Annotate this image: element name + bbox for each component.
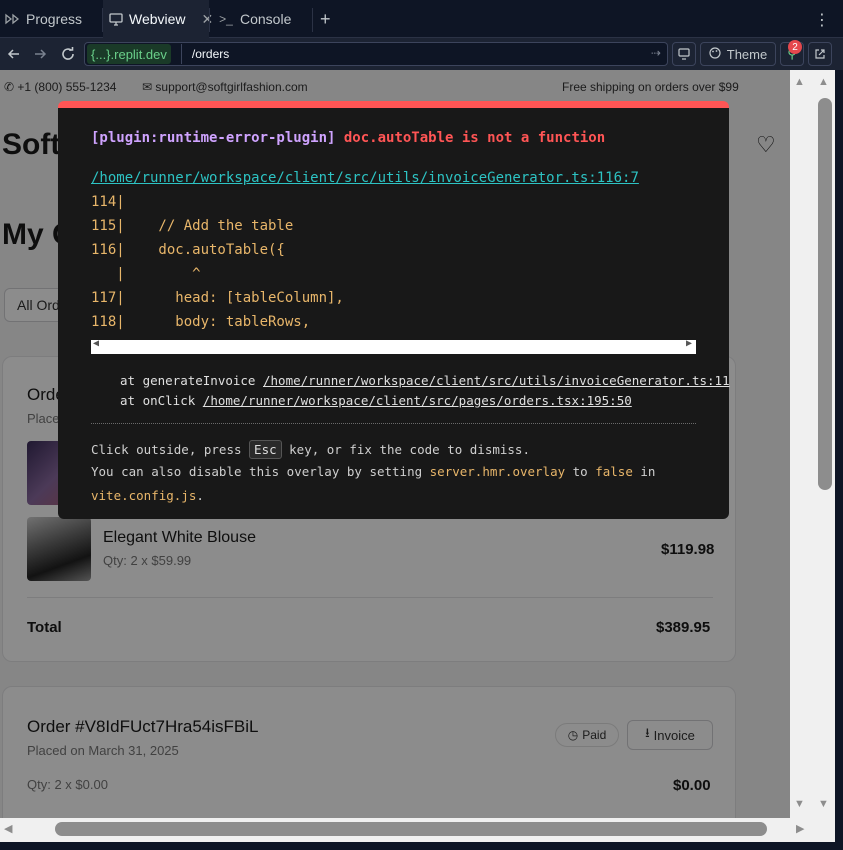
external-link-icon [815, 49, 825, 59]
tab-console-label: Console [240, 11, 292, 27]
url-domain: {...}.replit.dev [87, 44, 171, 64]
palette-icon [709, 46, 721, 62]
stack-fn: at generateInvoice [120, 373, 263, 388]
horizontal-scroll-thumb[interactable] [55, 822, 767, 836]
vite-error-overlay[interactable]: [plugin:runtime-error-plugin] doc.autoTa… [58, 101, 730, 519]
stack-frame: at onClick /home/runner/workspace/client… [120, 393, 632, 408]
tab-console[interactable]: >_ Console [212, 0, 312, 38]
stack-file-link[interactable]: /home/runner/workspace/client/src/utils/… [263, 373, 730, 388]
tab-divider [209, 8, 210, 32]
plugin-name: [plugin:runtime-error-plugin] [91, 130, 336, 146]
terminal-icon: >_ [219, 12, 233, 26]
setting-name: server.hmr.overlay [429, 464, 566, 479]
tip-text: in [632, 464, 656, 479]
scroll-left-icon[interactable]: ◀ [93, 338, 99, 349]
disable-tip: You can also disable this overlay by set… [91, 464, 655, 479]
error-message: doc.autoTable is not a function [343, 130, 606, 146]
error-header: [plugin:runtime-error-plugin] doc.autoTa… [91, 130, 605, 146]
devtools-button[interactable] [672, 42, 696, 66]
more-options-icon[interactable]: ⋮ [814, 10, 830, 30]
monitor-icon [109, 11, 123, 27]
setting-value: false [595, 464, 633, 479]
tab-divider [312, 8, 313, 32]
stack-frame: at generateInvoice /home/runner/workspac… [120, 373, 730, 388]
tip-text: key, or fix the code to dismiss. [281, 442, 530, 457]
go-arrow-icon[interactable]: ⇢ [651, 46, 661, 60]
forward-arrow-icon[interactable] [30, 44, 50, 64]
tip-text: . [196, 488, 204, 503]
error-file-link[interactable]: /home/runner/workspace/client/src/utils/… [91, 170, 639, 186]
scroll-right-icon[interactable]: ▶ [796, 822, 804, 835]
scroll-left-icon[interactable]: ◀ [4, 822, 12, 835]
back-arrow-icon[interactable] [4, 44, 24, 64]
stack-fn: at onClick [120, 393, 203, 408]
add-tab-icon[interactable]: + [320, 10, 331, 28]
reload-icon[interactable] [58, 44, 78, 64]
tip-text: to [565, 464, 596, 479]
code-line: | ^ [91, 266, 201, 282]
theme-label: Theme [726, 46, 768, 62]
scroll-down-icon[interactable]: ▼ [818, 798, 829, 810]
config-file: vite.config.js [91, 488, 197, 503]
code-horizontal-scrollbar[interactable]: ◀ ▶ [91, 338, 696, 354]
url-bar[interactable]: {...}.replit.dev /orders ⇢ [84, 42, 668, 66]
webview-toolbar: {...}.replit.dev /orders ⇢ Theme ⚲ [0, 38, 843, 70]
code-line: 117| head: [tableColumn], [91, 290, 344, 306]
esc-key: Esc [249, 440, 282, 459]
tip-text: Click outside, press [91, 442, 250, 457]
config-tip: vite.config.js. [91, 488, 204, 503]
scroll-right-icon[interactable]: ▶ [686, 338, 692, 349]
theme-button[interactable]: Theme [700, 42, 776, 66]
open-new-window-button[interactable] [808, 42, 832, 66]
scroll-up-icon[interactable]: ▲ [794, 76, 805, 88]
tab-progress-label: Progress [26, 11, 83, 27]
stack-file-link[interactable]: /home/runner/workspace/client/src/pages/… [203, 393, 632, 408]
monitor-icon [678, 48, 690, 60]
ide-tab-bar: Progress Webview ✕ >_ Console + ⋮ [0, 0, 843, 38]
progress-icon [4, 11, 20, 27]
scroll-down-icon[interactable]: ▼ [794, 798, 805, 810]
url-path[interactable]: /orders [180, 44, 229, 64]
divider [91, 423, 696, 424]
window-edge [835, 70, 843, 850]
tip-text: You can also disable this overlay by set… [91, 464, 430, 479]
code-line: 115| // Add the table [91, 218, 294, 234]
tab-webview-label: Webview [129, 11, 186, 27]
notification-badge: 2 [788, 40, 802, 54]
code-line: 114| [91, 194, 125, 210]
tab-progress[interactable]: Progress [0, 0, 102, 38]
code-line: 118| body: tableRows, [91, 314, 311, 330]
code-line: 116| doc.autoTable({ [91, 242, 285, 258]
dismiss-tip: Click outside, press Esc key, or fix the… [91, 440, 530, 459]
tab-webview[interactable]: Webview ✕ [103, 0, 213, 38]
scroll-up-icon[interactable]: ▲ [818, 76, 829, 88]
vertical-scroll-thumb[interactable] [818, 98, 832, 490]
status-strip [0, 842, 843, 850]
